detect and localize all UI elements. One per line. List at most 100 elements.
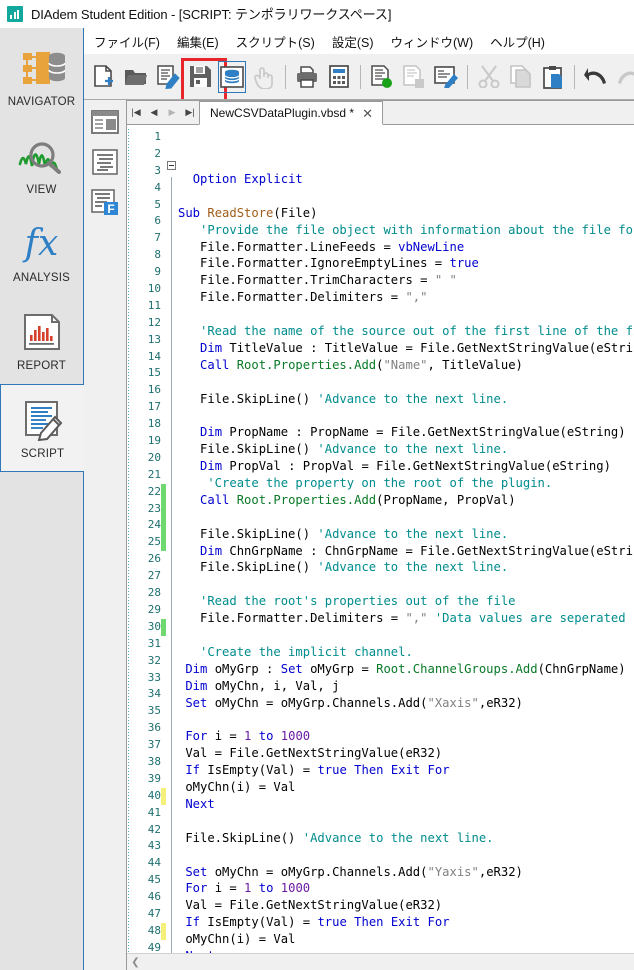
code-line[interactable]: For i = 1 to 1000: [178, 728, 634, 745]
code-line[interactable]: 'Create the property on the root of the …: [178, 475, 634, 492]
sidebar-item-script[interactable]: SCRIPT: [0, 384, 84, 472]
mode-sidebar: NAVIGATOR VIEW fx ANALYSIS REPORT SCRIPT: [0, 28, 84, 970]
code-line[interactable]: [178, 306, 634, 323]
code-line[interactable]: Set oMyChn = oMyGrp.Channels.Add("Yaxis"…: [178, 864, 634, 881]
code-token: If: [185, 763, 201, 778]
code-token: Root.Properties.Add: [236, 492, 377, 507]
code-line[interactable]: 'Create the implicit channel.: [178, 644, 634, 661]
save-icon[interactable]: [181, 57, 227, 99]
undo-icon[interactable]: [580, 59, 612, 95]
code-line[interactable]: File.SkipLine() 'Advance to the next lin…: [178, 441, 634, 458]
line-number: 49: [147, 940, 161, 953]
code-token: 'Create the implicit channel.: [178, 644, 413, 659]
code-line[interactable]: File.SkipLine() 'Advance to the next lin…: [178, 830, 634, 847]
code-line[interactable]: If IsEmpty(Val) = true Then Exit For: [178, 762, 634, 779]
next-tab-button[interactable]: ▶: [163, 101, 181, 124]
new-script-icon[interactable]: [88, 59, 120, 95]
toolbar-separator: [467, 64, 468, 89]
code-line[interactable]: oMyChn(i) = Val: [178, 779, 634, 796]
sidebar-item-analysis[interactable]: fx ANALYSIS: [0, 208, 83, 296]
code-line[interactable]: File.Formatter.IgnoreEmptyLines = true: [178, 255, 634, 272]
code-line[interactable]: Set oMyChn = oMyGrp.Channels.Add("Xaxis"…: [178, 695, 634, 712]
svg-text:F: F: [107, 202, 114, 216]
text-lines-icon[interactable]: [90, 147, 120, 177]
menu-script[interactable]: スクリプト(S): [236, 32, 315, 51]
line-number: 1: [154, 130, 161, 143]
prev-tab-button[interactable]: ◀: [145, 101, 163, 124]
line-number: 27: [147, 569, 161, 583]
calculator-icon[interactable]: [323, 59, 355, 95]
last-tab-button[interactable]: ▶|: [181, 101, 199, 124]
code-line[interactable]: Val = File.GetNextStringValue(eR32): [178, 897, 634, 914]
code-text[interactable]: Option Explicit Sub ReadStore(File) 'Pro…: [128, 125, 634, 953]
edit-script-icon[interactable]: [430, 59, 462, 95]
code-line[interactable]: Option Explicit: [178, 171, 634, 188]
code-line[interactable]: Dim oMyChn, i, Val, j: [178, 678, 634, 695]
line-number: 15: [147, 366, 161, 380]
code-line[interactable]: File.SkipLine() 'Advance to the next lin…: [178, 559, 634, 576]
code-line[interactable]: Sub ReadStore(File): [178, 205, 634, 222]
menu-file[interactable]: ファイル(F): [94, 32, 160, 51]
open-script-icon[interactable]: [152, 59, 184, 95]
menu-window[interactable]: ウィンドウ(W): [390, 32, 473, 51]
code-line[interactable]: Dim oMyGrp : Set oMyGrp = Root.ChannelGr…: [178, 661, 634, 678]
first-tab-button[interactable]: |◀: [127, 101, 145, 124]
tab-newcsvdataplugin[interactable]: NewCSVDataPlugin.vbsd * ✕: [199, 101, 383, 125]
code-token: to: [258, 881, 274, 896]
close-icon[interactable]: ✕: [360, 107, 375, 120]
run-script-icon[interactable]: [366, 59, 398, 95]
code-line[interactable]: [178, 813, 634, 830]
code-line[interactable]: File.Formatter.Delimiters = ",": [178, 289, 634, 306]
code-line[interactable]: [178, 374, 634, 391]
code-line[interactable]: [178, 188, 634, 205]
code-line[interactable]: [178, 576, 634, 593]
code-line[interactable]: Dim PropName : PropName = File.GetNextSt…: [178, 424, 634, 441]
code-line[interactable]: File.SkipLine() 'Advance to the next lin…: [178, 526, 634, 543]
open-folder-icon[interactable]: [120, 59, 152, 95]
code-line[interactable]: File.Formatter.Delimiters = "," 'Data va…: [178, 610, 634, 627]
paste-icon[interactable]: [537, 59, 569, 95]
function-list-icon[interactable]: F: [90, 187, 120, 217]
code-line[interactable]: 'Read the root's properties out of the f…: [178, 593, 634, 610]
code-token: Dim: [185, 661, 208, 676]
code-line[interactable]: Dim ChnGrpName : ChnGrpName = File.GetNe…: [178, 543, 634, 560]
sidebar-item-view[interactable]: VIEW: [0, 120, 83, 208]
code-line[interactable]: [178, 847, 634, 864]
code-view[interactable]: 1 2 3 4 5 6 7 8 9 10 11 12 13 14 15 16 17 18 19 20 21 22 23 24 2…: [127, 125, 634, 953]
menu-edit[interactable]: 編集(E): [177, 32, 219, 51]
print-icon[interactable]: [291, 59, 323, 95]
layout-panel-icon[interactable]: [90, 107, 120, 137]
code-fold-column[interactable]: [166, 125, 178, 953]
line-number: 14: [147, 349, 161, 363]
fold-toggle-icon[interactable]: [167, 161, 176, 170]
code-line[interactable]: If IsEmpty(Val) = true Then Exit For: [178, 914, 634, 931]
code-line[interactable]: 'Provide the file object with informatio…: [178, 222, 634, 239]
code-line[interactable]: [178, 407, 634, 424]
menu-help[interactable]: ヘルプ(H): [490, 32, 545, 51]
sidebar-item-navigator[interactable]: NAVIGATOR: [0, 32, 83, 120]
code-line[interactable]: oMyChn(i) = Val: [178, 931, 634, 948]
code-line[interactable]: [178, 627, 634, 644]
code-line[interactable]: File.Formatter.LineFeeds = vbNewLine: [178, 239, 634, 256]
code-line[interactable]: 'Read the name of the source out of the …: [178, 323, 634, 340]
sidebar-item-report[interactable]: REPORT: [0, 296, 83, 384]
code-line[interactable]: For i = 1 to 1000: [178, 880, 634, 897]
code-line[interactable]: Call Root.Properties.Add("Name", TitleVa…: [178, 357, 634, 374]
code-line[interactable]: File.Formatter.TrimCharacters = " ": [178, 272, 634, 289]
code-line[interactable]: File.SkipLine() 'Advance to the next lin…: [178, 391, 634, 408]
code-line[interactable]: Next: [178, 796, 634, 813]
code-line[interactable]: [178, 712, 634, 729]
code-line[interactable]: Val = File.GetNextStringValue(eR32): [178, 745, 634, 762]
horizontal-scrollbar[interactable]: ❮: [127, 953, 634, 970]
save-database-icon[interactable]: [216, 59, 248, 95]
menu-settings[interactable]: 設定(S): [332, 32, 374, 51]
scroll-left-arrow[interactable]: ❮: [127, 957, 144, 968]
code-line[interactable]: [178, 509, 634, 526]
code-line[interactable]: Dim PropVal : PropVal = File.GetNextStri…: [178, 458, 634, 475]
code-token: (PropName, PropVal): [376, 492, 516, 507]
code-line[interactable]: Dim TitleValue : TitleValue = File.GetNe…: [178, 340, 634, 357]
code-token: IsEmpty(Val) =: [200, 915, 318, 930]
code-line[interactable]: Call Root.Properties.Add(PropName, PropV…: [178, 492, 634, 509]
